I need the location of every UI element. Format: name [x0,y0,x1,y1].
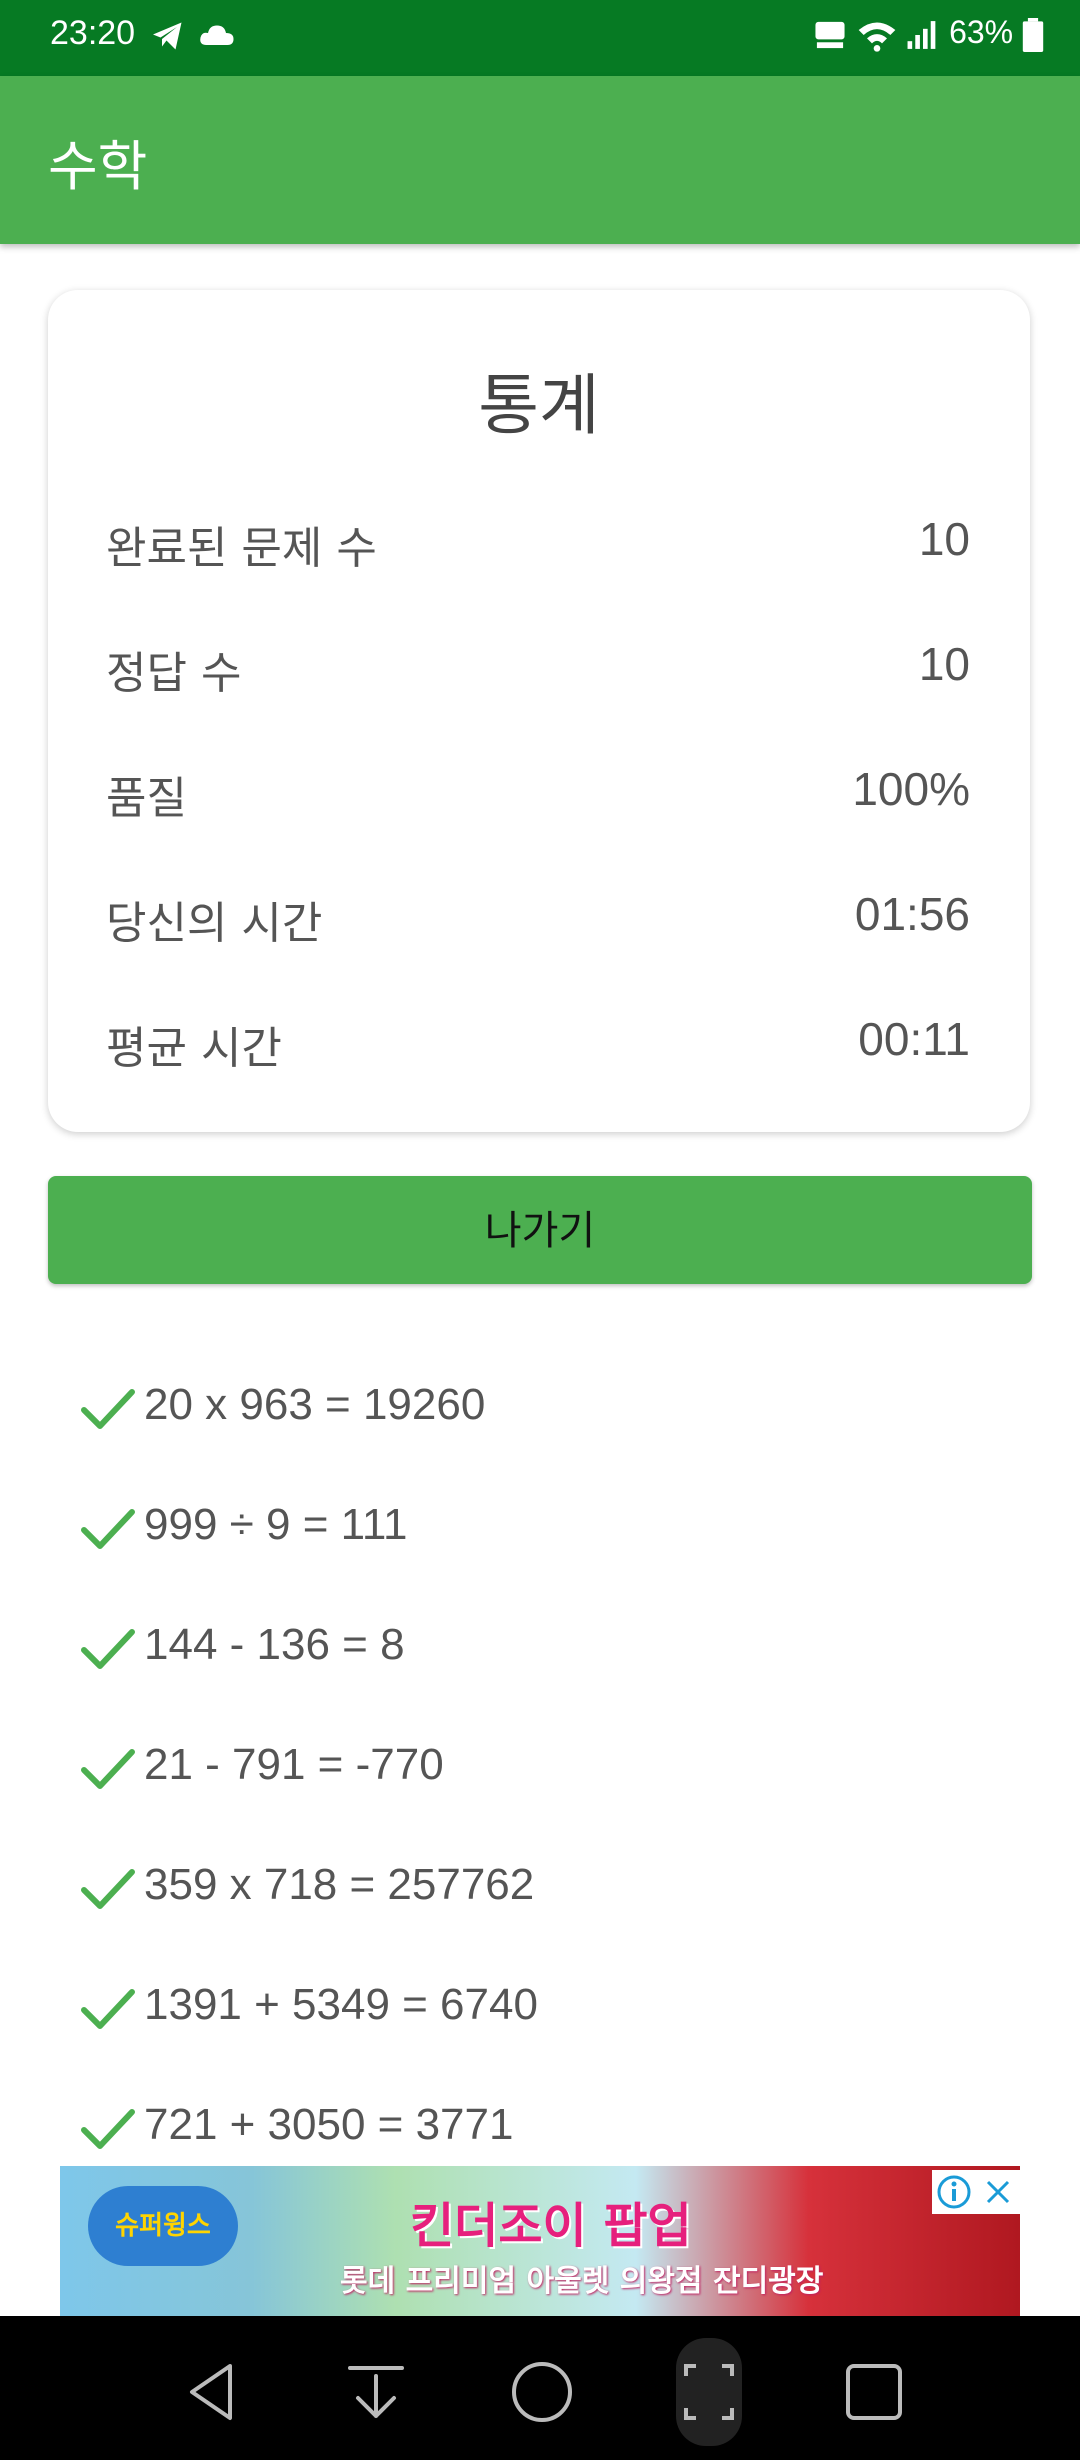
stats-card: 통계 완료된 문제 수 10 정답 수 10 품질 100% 당신의 시간 01… [48,290,1030,1132]
app-bar: 수학 [0,76,1080,244]
stat-label: 정답 수 [106,648,242,699]
stat-row-quality: 품질 100% [106,762,970,842]
stat-label: 품질 [106,773,187,824]
hd-voice-icon [815,21,845,48]
stat-row-correct: 정답 수 10 [106,637,970,717]
check-icon [81,2109,135,2149]
ad-info-icon[interactable] [932,2170,976,2214]
stats-title: 통계 [478,367,600,444]
wifi-icon [858,22,896,52]
check-icon [81,1989,135,2029]
stat-label: 완료된 문제 수 [106,523,377,574]
telegram-icon [153,22,182,50]
check-icon [81,1869,135,1909]
status-left-icons [150,18,237,54]
check-icon [81,1629,135,1669]
check-icon [81,1749,135,1789]
stat-value: 10 [918,638,970,690]
result-text: 359 x 718 = 257762 [144,1860,535,1909]
screenshot-icon[interactable] [672,2336,746,2448]
stat-row-completed: 완료된 문제 수 10 [106,512,970,592]
app-title: 수학 [48,135,148,198]
stat-value: 100% [852,763,970,815]
nav-bar [0,2316,1080,2460]
stat-value: 01:56 [854,888,970,940]
home-icon[interactable] [506,2356,578,2428]
back-icon[interactable] [176,2356,248,2428]
battery-percent: 63% [949,14,1014,50]
stat-label: 평균 시간 [106,1023,282,1074]
result-text: 20 x 963 = 19260 [144,1380,486,1429]
status-right: 63% [812,14,1044,52]
check-icon [81,1509,135,1549]
stat-value: 10 [918,513,970,565]
recents-icon[interactable] [838,2356,910,2428]
ad-close-icon[interactable] [976,2170,1020,2214]
battery-icon [1022,17,1044,52]
ad-logo: 슈퍼윙스 [88,2186,238,2266]
stat-value: 00:11 [858,1013,970,1065]
download-icon[interactable] [340,2356,412,2428]
result-text: 721 + 3050 = 3771 [144,2100,514,2149]
stat-row-your-time: 당신의 시간 01:56 [106,887,970,967]
signal-icon [907,20,936,49]
check-icon [81,1389,135,1429]
ad-banner[interactable]: 슈퍼윙스 킨더조이 팝업 롯데 프리미엄 아울렛 의왕점 잔디광장 [60,2166,1020,2316]
ad-subline: 롯데 프리미엄 아울렛 의왕점 잔디광장 [340,2264,824,2299]
cloud-icon [200,25,234,45]
exit-button[interactable]: 나가기 [48,1176,1032,1284]
ad-headline: 킨더조이 팝업 [410,2198,692,2254]
result-text: 1391 + 5349 = 6740 [144,1980,538,2029]
status-time: 23:20 [50,14,136,52]
result-text: 21 - 791 = -770 [144,1740,444,1789]
result-text: 999 ÷ 9 = 111 [144,1500,408,1549]
stat-row-average-time: 평균 시간 00:11 [106,1012,970,1092]
stat-label: 당신의 시간 [106,898,323,949]
status-bar: 23:20 63% [0,0,1080,76]
result-text: 144 - 136 = 8 [144,1620,405,1669]
